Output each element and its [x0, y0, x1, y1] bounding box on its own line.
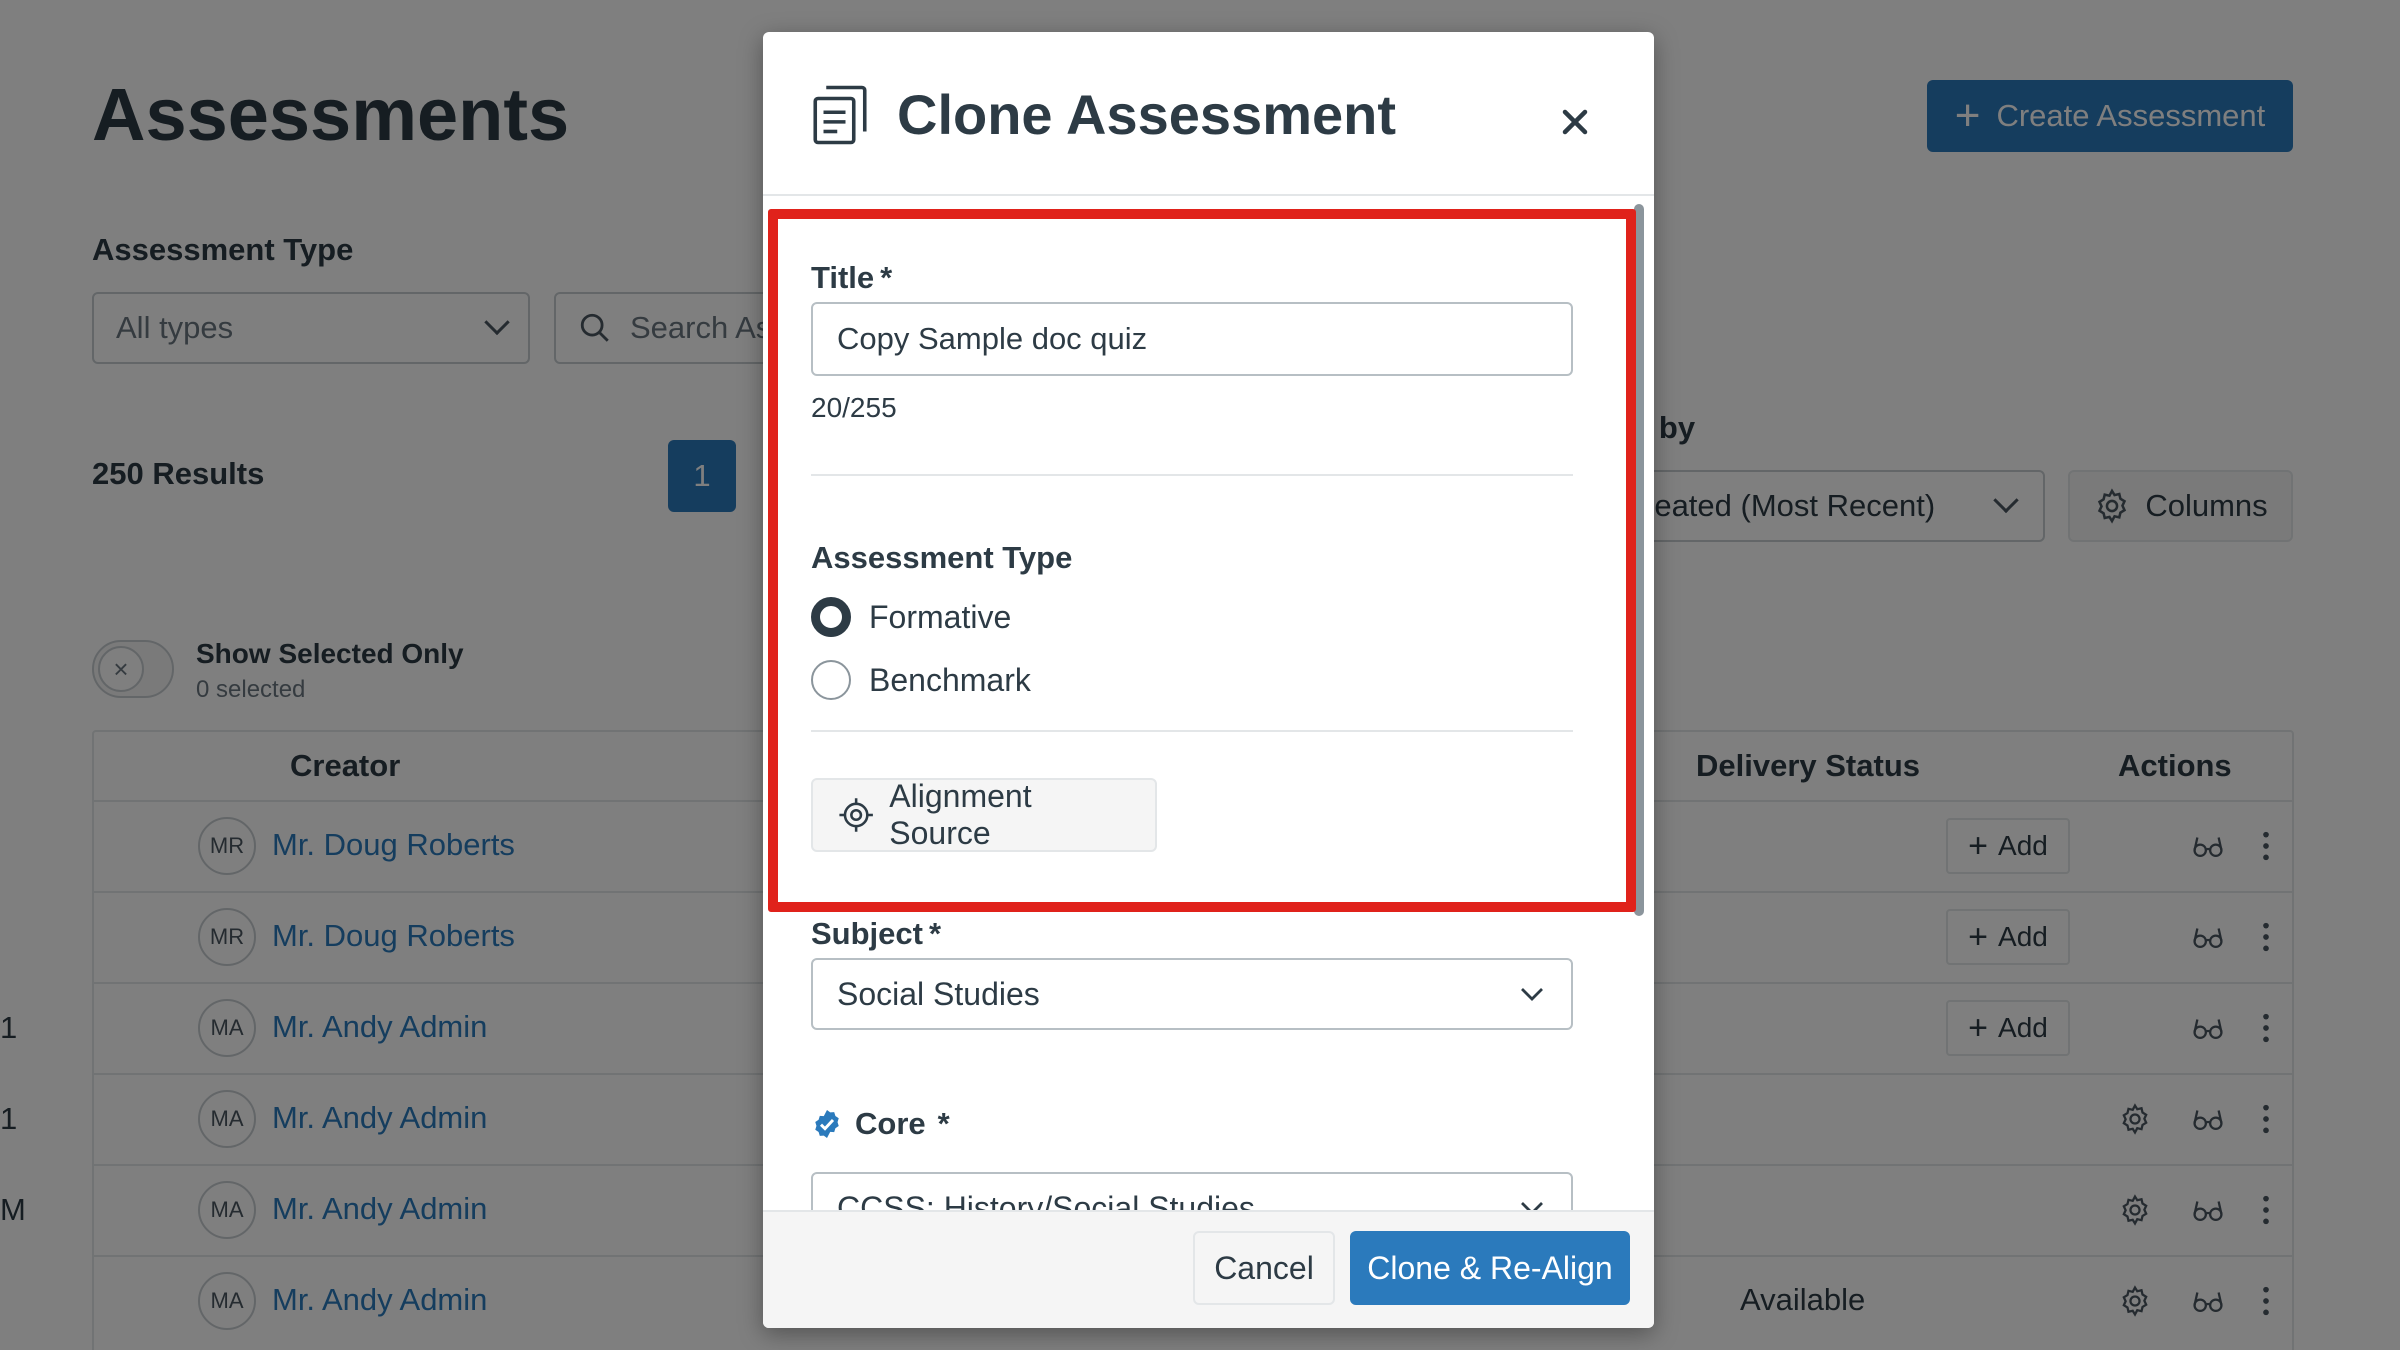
dialog-header: Clone Assessment [763, 32, 1654, 196]
verified-badge-icon [815, 1110, 839, 1138]
required-mark: * [937, 1106, 950, 1141]
cancel-button[interactable]: Cancel [1193, 1231, 1335, 1305]
clone-realign-button[interactable]: Clone & Re-Align [1350, 1231, 1630, 1305]
subject-label-text: Subject [811, 916, 923, 951]
core-field-label: Core * [811, 1106, 950, 1142]
chevron-down-icon [1521, 988, 1543, 1001]
subject-select-value: Social Studies [837, 975, 1040, 1012]
core-label-text: Core [855, 1106, 926, 1141]
subject-field-label: Subject * [811, 916, 941, 952]
document-icon [813, 85, 867, 145]
highlight-box [768, 209, 1636, 912]
subject-select[interactable]: Social Studies [811, 958, 1573, 1030]
clone-assessment-dialog: Clone Assessment Title * Copy Sample doc … [763, 32, 1654, 1328]
close-icon [1562, 109, 1588, 135]
required-mark: * [928, 916, 942, 951]
close-button[interactable] [1549, 96, 1601, 148]
dialog-title: Clone Assessment [897, 83, 1396, 146]
